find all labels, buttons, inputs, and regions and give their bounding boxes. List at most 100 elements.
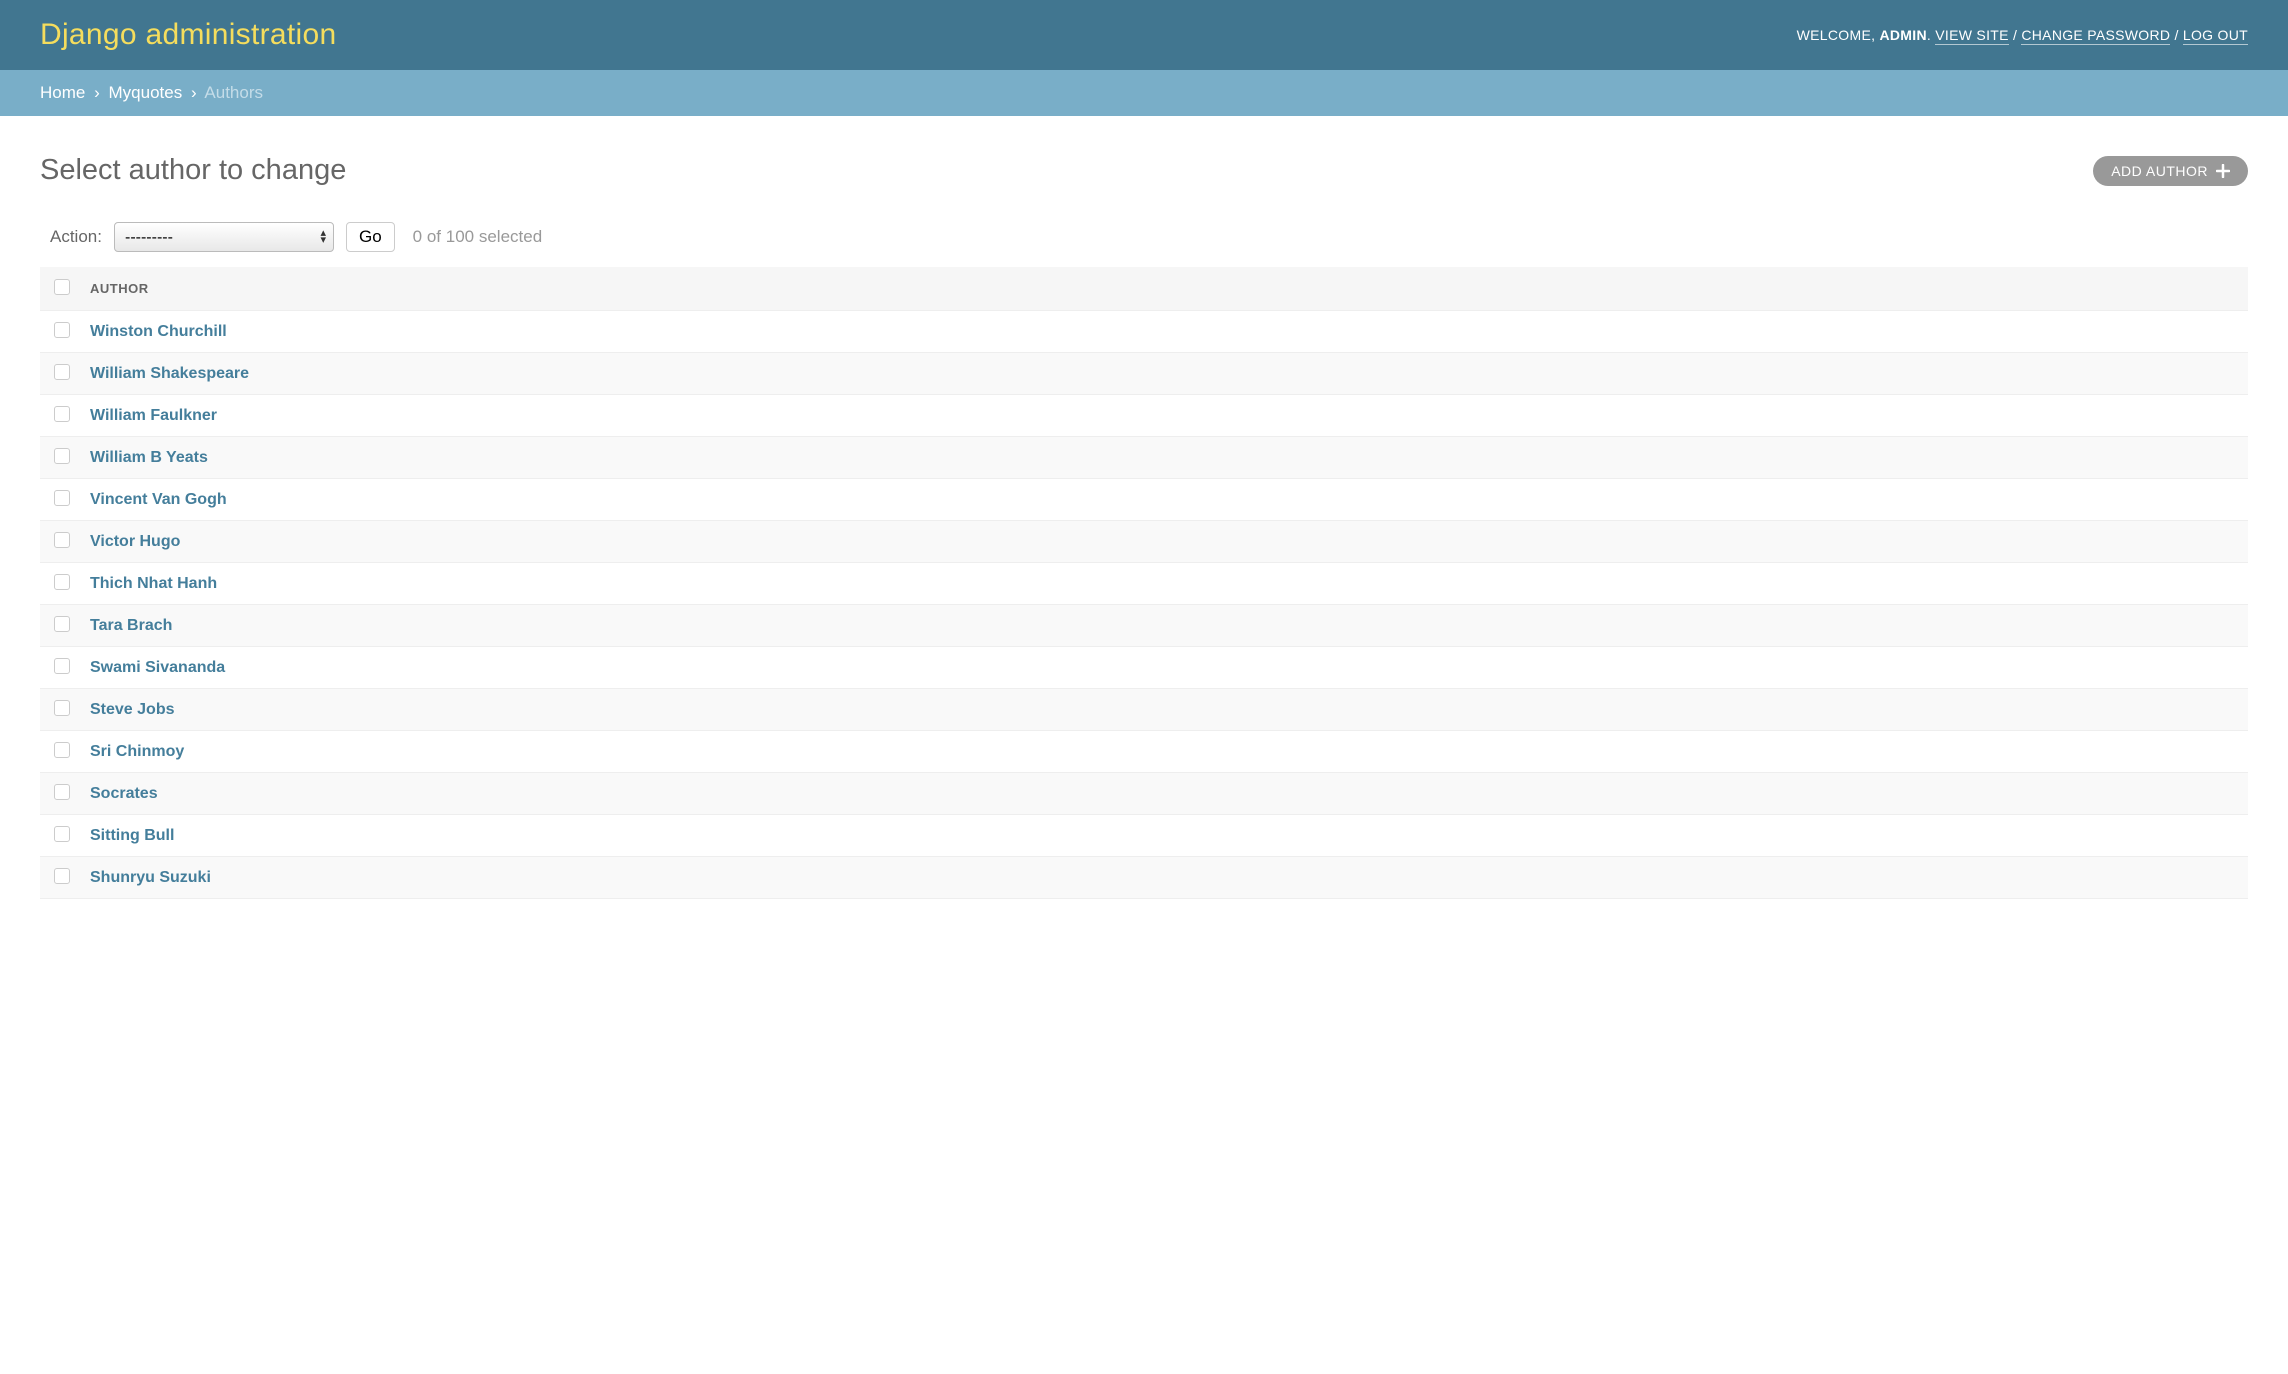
author-link[interactable]: Steve Jobs: [90, 701, 174, 718]
actions-bar: Action: --------- ▴▾ Go 0 of 100 selecte…: [40, 212, 2248, 267]
row-checkbox-cell: [40, 605, 80, 647]
action-label: Action:: [50, 227, 102, 247]
select-all-header: [40, 267, 80, 311]
view-site-link[interactable]: VIEW SITE: [1935, 27, 2009, 45]
row-checkbox-cell: [40, 731, 80, 773]
row-checkbox[interactable]: [54, 742, 70, 758]
breadcrumb-app[interactable]: Myquotes: [109, 83, 183, 102]
table-row: William Shakespeare: [40, 353, 2248, 395]
username: ADMIN: [1879, 27, 1926, 43]
author-link[interactable]: Victor Hugo: [90, 533, 180, 550]
row-checkbox[interactable]: [54, 448, 70, 464]
content-header: Select author to change ADD AUTHOR: [40, 154, 2248, 187]
table-row: William Faulkner: [40, 395, 2248, 437]
row-checkbox[interactable]: [54, 532, 70, 548]
author-link[interactable]: Winston Churchill: [90, 323, 227, 340]
row-name-cell: Winston Churchill: [80, 311, 2248, 353]
table-row: Vincent Van Gogh: [40, 479, 2248, 521]
row-checkbox-cell: [40, 521, 80, 563]
row-checkbox-cell: [40, 437, 80, 479]
action-select[interactable]: ---------: [114, 222, 334, 252]
row-checkbox[interactable]: [54, 826, 70, 842]
row-checkbox[interactable]: [54, 616, 70, 632]
breadcrumb-home[interactable]: Home: [40, 83, 85, 102]
row-name-cell: William Shakespeare: [80, 353, 2248, 395]
author-link[interactable]: Thich Nhat Hanh: [90, 575, 217, 592]
row-name-cell: Shunryu Suzuki: [80, 857, 2248, 899]
author-link[interactable]: Socrates: [90, 785, 158, 802]
row-checkbox[interactable]: [54, 868, 70, 884]
table-row: Socrates: [40, 773, 2248, 815]
row-checkbox-cell: [40, 563, 80, 605]
select-all-checkbox[interactable]: [54, 279, 70, 295]
table-row: Winston Churchill: [40, 311, 2248, 353]
table-row: Swami Sivananda: [40, 647, 2248, 689]
change-password-link[interactable]: CHANGE PASSWORD: [2021, 27, 2170, 45]
table-row: Steve Jobs: [40, 689, 2248, 731]
author-column-header[interactable]: AUTHOR: [80, 267, 2248, 311]
page-title: Select author to change: [40, 154, 346, 187]
row-checkbox-cell: [40, 857, 80, 899]
add-author-button[interactable]: ADD AUTHOR: [2093, 156, 2248, 186]
row-checkbox-cell: [40, 815, 80, 857]
row-name-cell: Swami Sivananda: [80, 647, 2248, 689]
row-checkbox[interactable]: [54, 574, 70, 590]
table-row: Tara Brach: [40, 605, 2248, 647]
plus-icon: [2216, 164, 2230, 178]
row-checkbox[interactable]: [54, 658, 70, 674]
row-checkbox[interactable]: [54, 364, 70, 380]
object-tools: ADD AUTHOR: [2093, 156, 2248, 186]
header: Django administration WELCOME, ADMIN. VI…: [0, 0, 2288, 70]
breadcrumb-separator: ›: [94, 83, 100, 102]
table-row: Victor Hugo: [40, 521, 2248, 563]
row-name-cell: Sri Chinmoy: [80, 731, 2248, 773]
branding: Django administration: [40, 18, 336, 52]
table-row: Thich Nhat Hanh: [40, 563, 2248, 605]
row-name-cell: Steve Jobs: [80, 689, 2248, 731]
results-table: AUTHOR Winston Churchill William Shakespe…: [40, 267, 2248, 899]
table-row: Sitting Bull: [40, 815, 2248, 857]
row-checkbox-cell: [40, 647, 80, 689]
breadcrumb: Home › Myquotes › Authors: [0, 70, 2288, 116]
action-select-wrap: --------- ▴▾: [114, 222, 334, 252]
author-link[interactable]: Vincent Van Gogh: [90, 491, 227, 508]
row-name-cell: Socrates: [80, 773, 2248, 815]
row-name-cell: Tara Brach: [80, 605, 2248, 647]
logout-link[interactable]: LOG OUT: [2183, 27, 2248, 45]
selection-counter: 0 of 100 selected: [413, 227, 542, 247]
breadcrumb-current: Authors: [204, 83, 263, 102]
table-header-row: AUTHOR: [40, 267, 2248, 311]
row-name-cell: Thich Nhat Hanh: [80, 563, 2248, 605]
author-link[interactable]: William Shakespeare: [90, 365, 249, 382]
row-checkbox-cell: [40, 773, 80, 815]
row-name-cell: Vincent Van Gogh: [80, 479, 2248, 521]
author-link[interactable]: William Faulkner: [90, 407, 217, 424]
row-checkbox-cell: [40, 689, 80, 731]
row-checkbox-cell: [40, 395, 80, 437]
table-row: Sri Chinmoy: [40, 731, 2248, 773]
row-name-cell: William Faulkner: [80, 395, 2248, 437]
row-checkbox[interactable]: [54, 784, 70, 800]
row-name-cell: William B Yeats: [80, 437, 2248, 479]
row-checkbox[interactable]: [54, 700, 70, 716]
author-link[interactable]: Sri Chinmoy: [90, 743, 184, 760]
site-title[interactable]: Django administration: [40, 18, 336, 52]
row-checkbox[interactable]: [54, 322, 70, 338]
row-checkbox[interactable]: [54, 406, 70, 422]
welcome-text: WELCOME,: [1797, 27, 1876, 43]
author-link[interactable]: Sitting Bull: [90, 827, 174, 844]
add-author-label: ADD AUTHOR: [2111, 163, 2208, 179]
breadcrumb-separator: ›: [191, 83, 197, 102]
go-button[interactable]: Go: [346, 222, 395, 252]
author-link[interactable]: William B Yeats: [90, 449, 208, 466]
author-link[interactable]: Shunryu Suzuki: [90, 869, 211, 886]
row-name-cell: Victor Hugo: [80, 521, 2248, 563]
author-link[interactable]: Tara Brach: [90, 617, 172, 634]
table-row: William B Yeats: [40, 437, 2248, 479]
row-checkbox-cell: [40, 479, 80, 521]
row-checkbox-cell: [40, 353, 80, 395]
content: Select author to change ADD AUTHOR Actio…: [0, 116, 2288, 919]
row-checkbox[interactable]: [54, 490, 70, 506]
author-link[interactable]: Swami Sivananda: [90, 659, 225, 676]
table-row: Shunryu Suzuki: [40, 857, 2248, 899]
